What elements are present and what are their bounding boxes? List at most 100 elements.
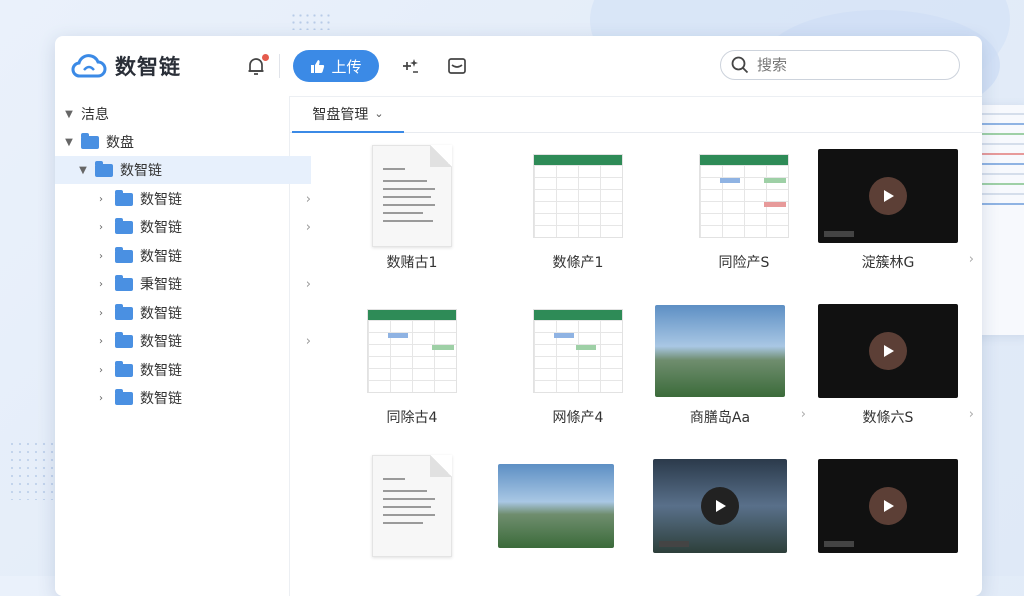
folder-icon [115, 217, 133, 234]
play-icon[interactable] [869, 332, 907, 370]
folder-icon [115, 360, 133, 377]
top-header: 数智链 上传 [55, 36, 982, 97]
tree-item-root[interactable]: ▼ 洁息 [55, 100, 297, 128]
chevron-down-icon[interactable]: ⌄ [374, 107, 383, 120]
app-name: 数智链 [115, 55, 181, 79]
app-window: 数智链 上传 搜索 ▼ 洁息 ▼ 数盘 ▼ 数智链 › 数智链 › › 数智链 … [55, 36, 982, 596]
inbox-icon[interactable] [446, 55, 468, 77]
file-card[interactable]: 淀簇林G › [818, 146, 974, 286]
play-icon[interactable] [869, 487, 907, 525]
file-name: 商膳岛Aa [689, 410, 751, 426]
search-input[interactable] [755, 55, 939, 75]
file-thumbnail [508, 146, 648, 246]
folder-icon [115, 388, 133, 405]
tree-item[interactable]: › 秉智链 › [55, 270, 329, 298]
chevron-right-icon[interactable]: › [95, 365, 107, 376]
play-icon[interactable] [869, 177, 907, 215]
spreadsheet-icon [533, 154, 623, 238]
tree-item[interactable]: › 数智链 [55, 299, 329, 327]
tree-item-label: 数智链 [140, 334, 182, 350]
tree-item-label: 秉智链 [140, 277, 182, 293]
document-icon [372, 455, 452, 557]
tab-disk-management[interactable]: 智盘管理 ⌄ [292, 96, 404, 133]
search-box[interactable] [720, 50, 960, 80]
file-card[interactable]: 同除古4 [342, 301, 482, 441]
file-thumbnail [342, 145, 482, 247]
tree-item[interactable]: › 数智链 [55, 384, 329, 412]
file-card[interactable] [486, 456, 626, 596]
file-thumbnail [818, 146, 958, 246]
video-thumbnail [818, 459, 958, 553]
chevron-right-icon[interactable]: › [969, 252, 974, 267]
folder-icon [115, 189, 133, 206]
upload-button[interactable]: 上传 [293, 50, 379, 82]
tree-item[interactable]: › 数智链 › [55, 185, 329, 213]
document-icon [372, 145, 452, 247]
tab-label: 智盘管理 [312, 106, 369, 123]
file-name: 数條六S [862, 410, 914, 426]
file-card[interactable]: 数條产1 [508, 146, 648, 286]
file-thumbnail [674, 146, 814, 246]
file-thumbnail [342, 301, 482, 401]
tree-item-selected[interactable]: ▼ 数智链 [55, 156, 311, 184]
chevron-right-icon[interactable]: › [95, 194, 107, 205]
upload-label: 上传 [331, 57, 362, 76]
chevron-right-icon[interactable]: › [95, 336, 107, 347]
chevron-right-icon[interactable]: › [969, 407, 974, 422]
video-thumbnail [818, 304, 958, 398]
file-thumbnail [486, 456, 626, 556]
chevron-right-icon[interactable]: › [95, 279, 107, 290]
app-logo[interactable]: 数智链 [71, 51, 181, 81]
chevron-right-icon[interactable]: › [95, 308, 107, 319]
sidebar-tree: ▼ 洁息 ▼ 数盘 ▼ 数智链 › 数智链 › › 数智链 › › 数智链 › … [55, 96, 311, 596]
tree-item-label: 数智链 [120, 163, 162, 179]
chevron-down-icon[interactable]: ▼ [63, 137, 75, 148]
main-content: 智盘管理 ⌄ 数赌古1 数條产1 同险产S 淀簇林G › 同除古4 网條产4 商… [290, 96, 982, 596]
file-card[interactable]: 数條六S › [818, 301, 974, 441]
video-thumbnail [653, 459, 787, 553]
spreadsheet-icon [533, 309, 623, 393]
chevron-down-icon[interactable]: ▼ [77, 165, 89, 176]
photo-thumbnail [655, 305, 785, 397]
tree-item-label: 数智链 [140, 363, 182, 379]
chevron-down-icon[interactable]: ▼ [63, 109, 75, 120]
tree-item[interactable]: › 数智链 [55, 356, 329, 384]
spreadsheet-icon [367, 309, 457, 393]
tree-item-label: 数智链 [140, 249, 182, 265]
file-card[interactable]: 数赌古1 [342, 145, 482, 286]
search-icon [731, 56, 749, 74]
file-card[interactable]: 同险产S [674, 146, 814, 286]
folder-icon [115, 274, 133, 291]
tree-item[interactable]: › 数智链 › [55, 327, 329, 355]
add-sparkle-icon[interactable] [399, 55, 421, 77]
tree-item-label: 数智链 [140, 220, 182, 236]
file-name: 数條产1 [552, 255, 604, 271]
photo-thumbnail [498, 464, 614, 548]
file-thumbnail [818, 456, 958, 556]
chevron-right-icon[interactable]: › [95, 222, 107, 233]
file-name: 淀簇林G [861, 255, 915, 271]
file-thumbnail [342, 455, 482, 557]
file-card[interactable] [342, 455, 482, 596]
folder-icon [115, 246, 133, 263]
file-card[interactable] [650, 456, 790, 596]
file-thumbnail [508, 301, 648, 401]
tree-item[interactable]: › 数智链 › [55, 213, 329, 241]
folder-icon [95, 160, 113, 177]
file-card[interactable]: 商膳岛Aa › [650, 301, 806, 441]
tree-item[interactable]: › 数智链 [55, 242, 329, 270]
chevron-right-icon[interactable]: › [801, 407, 806, 422]
tab-bar: 智盘管理 ⌄ [290, 96, 982, 133]
spreadsheet-icon [699, 154, 789, 238]
file-thumbnail [650, 456, 790, 556]
file-card[interactable] [818, 456, 958, 596]
chevron-right-icon[interactable]: › [95, 251, 107, 262]
file-card[interactable]: 网條产4 [508, 301, 648, 441]
chevron-right-icon[interactable]: › [95, 393, 107, 404]
tree-item-disk[interactable]: ▼ 数盘 [55, 128, 297, 156]
folder-icon [115, 303, 133, 320]
play-icon[interactable] [701, 487, 739, 525]
video-thumbnail [818, 149, 958, 243]
file-thumbnail [650, 301, 790, 401]
file-name: 数赌古1 [386, 255, 438, 271]
